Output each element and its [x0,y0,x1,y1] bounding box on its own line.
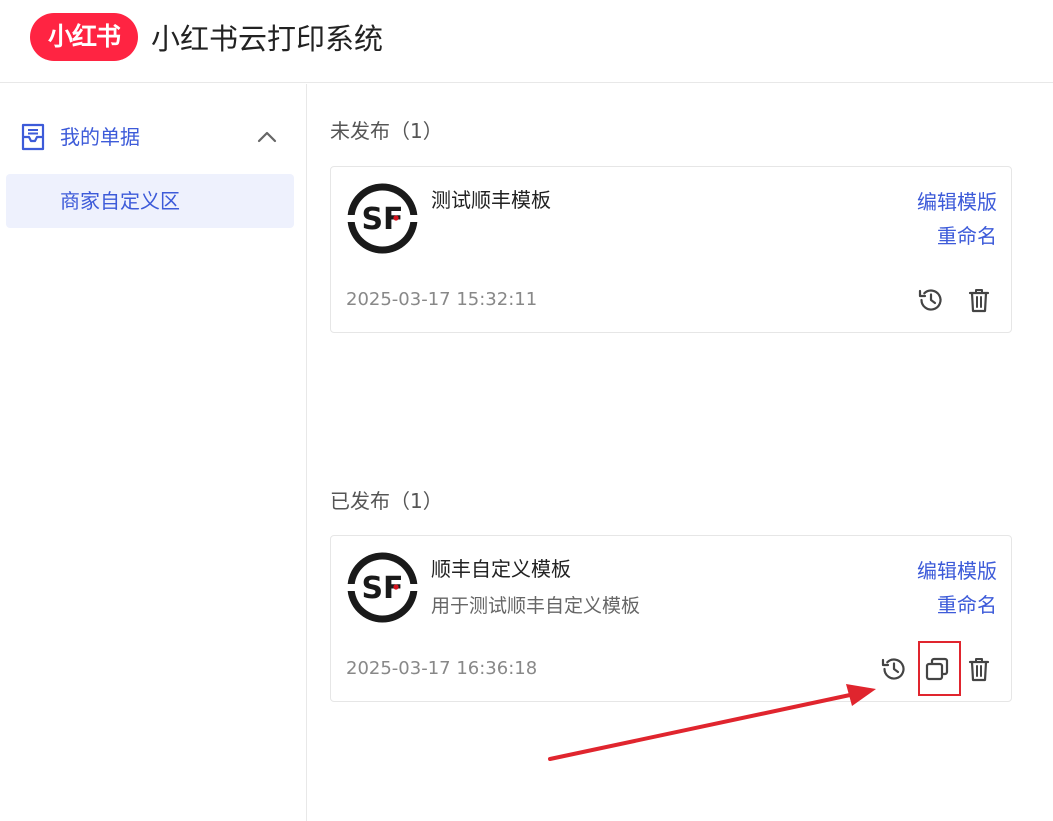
history-icon[interactable] [879,654,909,684]
rename-link[interactable]: 重命名 [937,590,997,620]
sidebar-group-label: 我的单据 [60,125,140,149]
template-name: 顺丰自定义模板 [431,557,571,581]
edit-template-link[interactable]: 编辑模版 [917,556,997,586]
published-section-title: 已发布（1） [330,489,443,513]
sidebar: 我的单据 商家自定义区 [0,84,307,821]
sidebar-group-my-documents[interactable]: 我的单据 [0,106,306,164]
trash-icon[interactable] [964,654,994,684]
sf-express-logo: SF [346,552,419,623]
sf-express-logo: SF [346,183,419,254]
inbox-icon [21,123,45,151]
template-card: SF 测试顺丰模板 编辑模版 重命名 2025-03-17 15:32:11 [330,166,1012,333]
rename-link[interactable]: 重命名 [937,221,997,251]
template-card: SF 顺丰自定义模板 用于测试顺丰自定义模板 编辑模版 重命名 2025-03-… [330,535,1012,702]
copy-icon[interactable] [922,654,952,684]
xiaohongshu-logo[interactable]: 小红书 [30,13,138,61]
unpublished-section-title: 未发布（1） [330,119,443,143]
sidebar-item-merchant-custom[interactable]: 商家自定义区 [6,174,294,228]
trash-icon[interactable] [964,285,994,315]
top-header: 小红书 小红书云打印系统 [0,0,1053,83]
template-timestamp: 2025-03-17 15:32:11 [346,289,538,310]
edit-template-link[interactable]: 编辑模版 [917,187,997,217]
template-timestamp: 2025-03-17 16:36:18 [346,658,538,679]
history-icon[interactable] [916,285,946,315]
chevron-up-icon[interactable] [256,126,278,148]
template-description: 用于测试顺丰自定义模板 [431,595,641,617]
template-name: 测试顺丰模板 [431,188,551,212]
sidebar-item-label: 商家自定义区 [60,189,180,213]
app-title: 小红书云打印系统 [151,22,384,56]
